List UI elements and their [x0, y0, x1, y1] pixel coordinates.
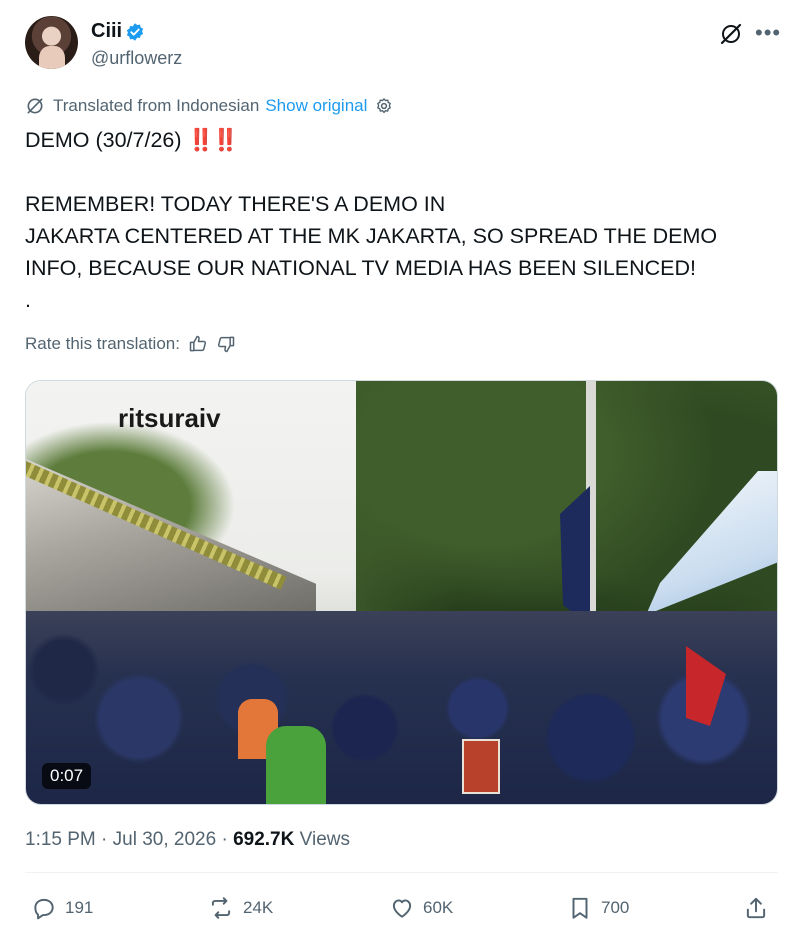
verified-badge-icon [126, 23, 144, 41]
views-label: Views [294, 829, 350, 850]
tweet-meta: 1:15 PM · Jul 30, 2026 · 692.7K Views [25, 829, 350, 851]
tweet-text: DEMO (30/7/26) ‼️‼️ REMEMBER! TODAY THER… [25, 124, 765, 316]
rate-translation: Rate this translation: [25, 334, 236, 354]
action-bar: 191 24K 60K 700 [25, 892, 780, 924]
video-watermark: ritsuraiv [118, 403, 221, 433]
rate-translation-label: Rate this translation: [25, 334, 180, 353]
settings-icon[interactable] [375, 97, 401, 115]
thumbs-up-icon[interactable] [188, 334, 208, 354]
video-frame-crowd [26, 611, 777, 804]
repost-button[interactable]: 24K [207, 892, 273, 924]
video-duration-badge: 0:07 [42, 763, 92, 789]
like-button[interactable]: 60K [389, 892, 453, 924]
meta-separator: · [95, 829, 113, 850]
translation-notice: Translated from Indonesian Show original [25, 95, 401, 117]
author-handle[interactable]: @urflowerz [91, 48, 182, 69]
tweet-time[interactable]: 1:15 PM [25, 829, 96, 850]
translate-icon [27, 98, 43, 114]
video-frame-sign [462, 739, 500, 794]
share-icon [746, 897, 766, 919]
repost-count: 24K [243, 898, 274, 917]
tweet-title: DEMO (30/7/26) [25, 128, 188, 152]
meta-separator: · [216, 829, 234, 850]
bookmark-button[interactable]: 700 [567, 892, 629, 924]
more-icon[interactable]: ••• [755, 20, 781, 46]
share-button[interactable] [743, 892, 777, 924]
video-player[interactable]: ritsuraiv 0:07 [25, 380, 778, 805]
thumbs-down-icon[interactable] [216, 334, 236, 354]
like-count: 60K [423, 898, 454, 917]
grok-icon[interactable] [719, 22, 743, 46]
video-frame-person-green [266, 726, 326, 804]
divider [25, 872, 778, 873]
double-exclamation-emoji: ‼️‼️ [187, 128, 240, 152]
tweet-header: Ciii @urflowerz ••• [25, 16, 785, 76]
tweet-date[interactable]: Jul 30, 2026 [113, 829, 217, 850]
repost-icon [211, 897, 231, 919]
bookmark-icon [572, 897, 588, 919]
tweet-body: REMEMBER! TODAY THERE'S A DEMO IN JAKART… [25, 192, 718, 312]
reply-button[interactable]: 191 [31, 892, 93, 924]
reply-icon [34, 898, 54, 920]
like-icon [392, 899, 412, 918]
views-count: 692.7K [233, 829, 295, 850]
author-name[interactable]: Ciii [91, 20, 122, 43]
translation-label: Translated from Indonesian [53, 96, 260, 115]
reply-count: 191 [65, 898, 94, 917]
avatar[interactable] [25, 16, 78, 69]
show-original-link[interactable]: Show original [265, 96, 367, 116]
bookmark-count: 700 [601, 898, 630, 917]
